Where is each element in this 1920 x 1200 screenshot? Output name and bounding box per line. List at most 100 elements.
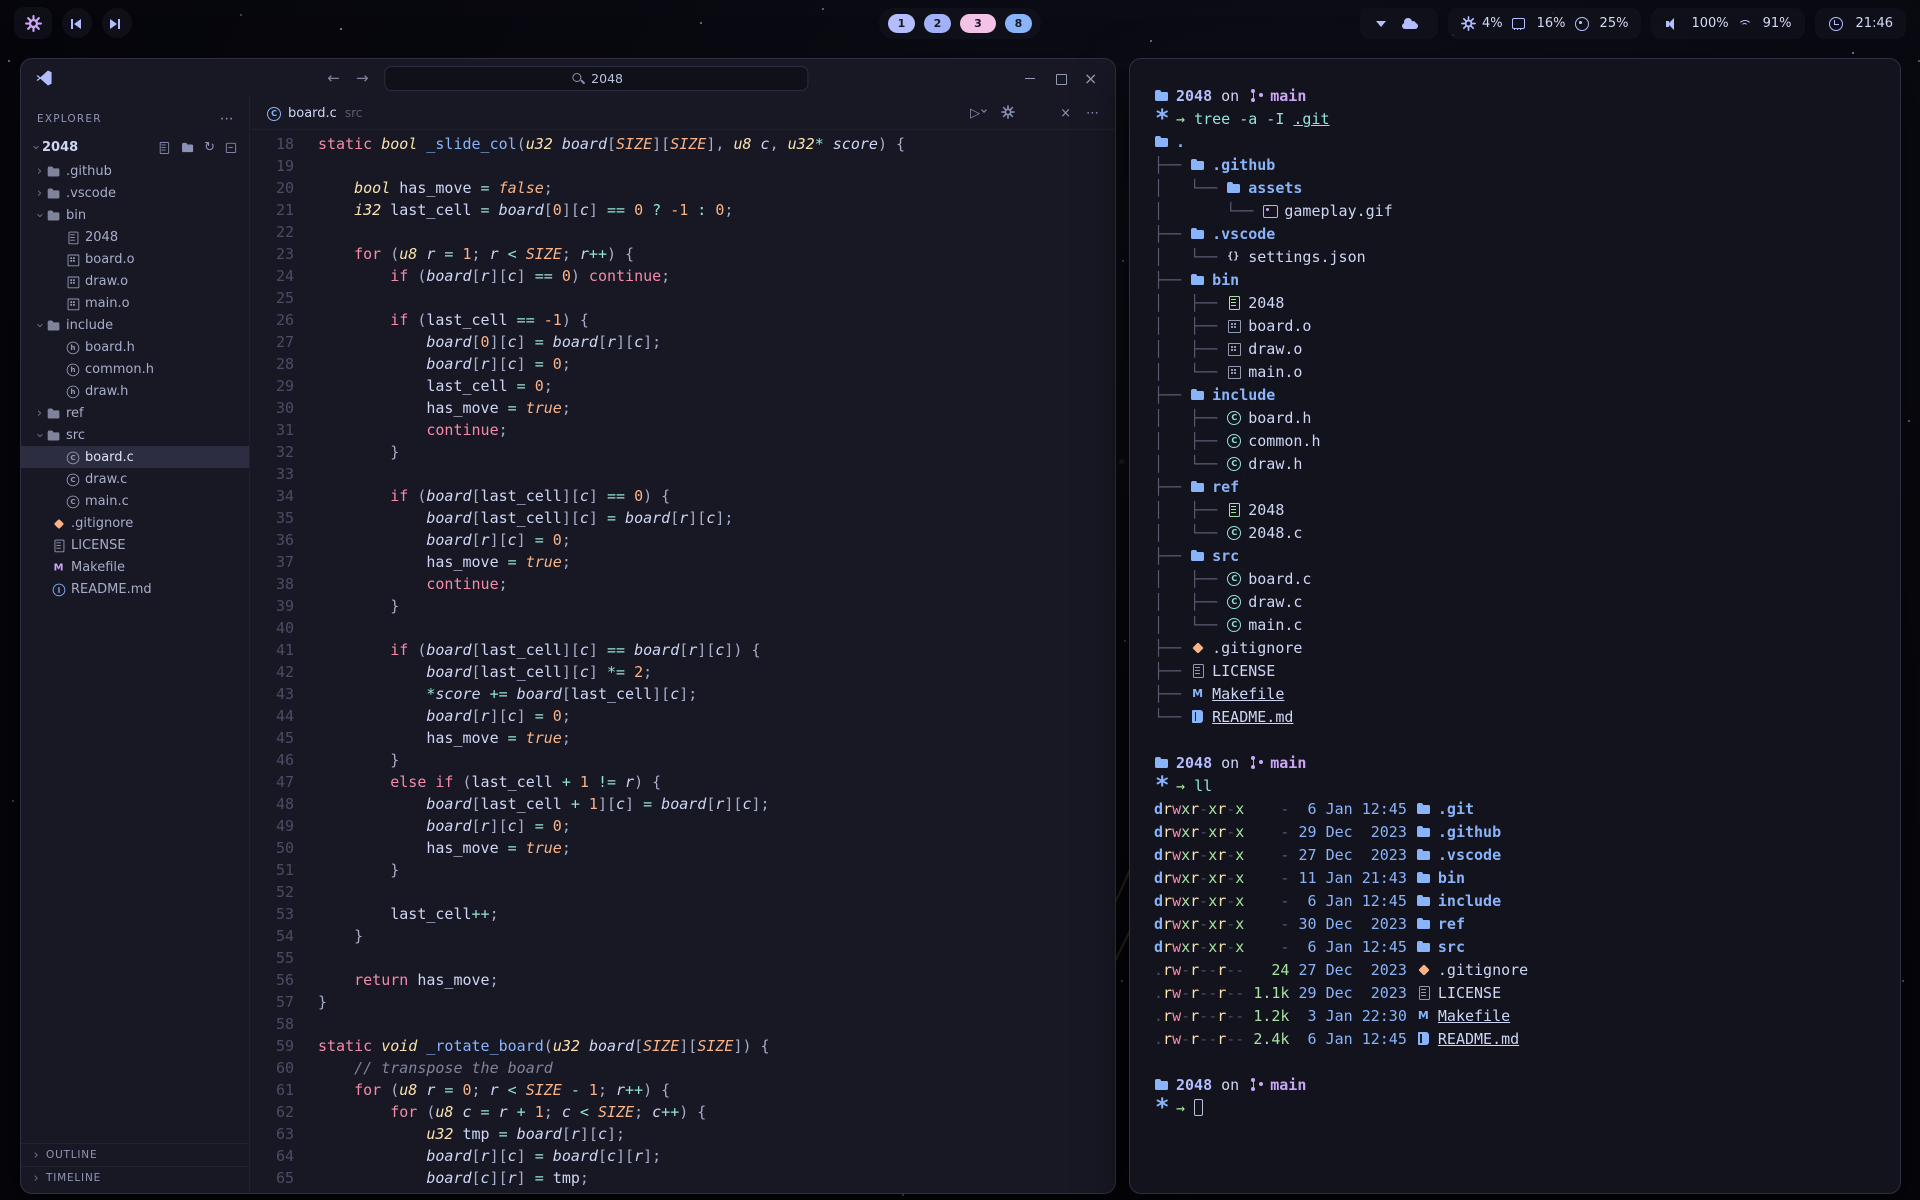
code-line-38[interactable]: 38continue; bbox=[250, 573, 1115, 595]
code-line-30[interactable]: 30has_move = true; bbox=[250, 397, 1115, 419]
code-line-32[interactable]: 32} bbox=[250, 441, 1115, 463]
code-line-27[interactable]: 27board[0][c] = board[r][c]; bbox=[250, 331, 1115, 353]
code-line-44[interactable]: 44board[r][c] = 0; bbox=[250, 705, 1115, 727]
code-line-57[interactable]: 57} bbox=[250, 991, 1115, 1013]
code-line-60[interactable]: 60// transpose the board bbox=[250, 1057, 1115, 1079]
code-area[interactable]: 18static bool _slide_col(u32 board[SIZE]… bbox=[250, 130, 1115, 1193]
tab-board.c[interactable]: board.c src bbox=[266, 106, 362, 121]
code-line-52[interactable]: 52 bbox=[250, 881, 1115, 903]
maximize-button[interactable] bbox=[1054, 72, 1067, 85]
code-line-62[interactable]: 62for (u8 c = r + 1; c < SIZE; c++) { bbox=[250, 1101, 1115, 1123]
vscode-titlebar[interactable]: ← → 2048 × bbox=[21, 59, 1115, 97]
workspace-2[interactable]: 2 bbox=[924, 14, 951, 33]
code-line-40[interactable]: 40 bbox=[250, 617, 1115, 639]
code-line-65[interactable]: 65board[c][r] = tmp; bbox=[250, 1167, 1115, 1189]
workspace-1[interactable]: 1 bbox=[888, 14, 915, 33]
system-stats-widget[interactable]: 4% 16% 25% bbox=[1448, 8, 1641, 39]
code-line-51[interactable]: 51} bbox=[250, 859, 1115, 881]
outline-panel[interactable]: › OUTLINE bbox=[21, 1143, 249, 1166]
tree-item-.github[interactable]: ›.github bbox=[21, 160, 249, 182]
split-editor-icon[interactable] bbox=[1030, 106, 1045, 120]
code-line-61[interactable]: 61for (u8 r = 0; r < SIZE - 1; r++) { bbox=[250, 1079, 1115, 1101]
tree-item-main.o[interactable]: main.o bbox=[21, 292, 249, 314]
media-prev-button[interactable] bbox=[62, 8, 92, 38]
new-file-icon[interactable] bbox=[157, 141, 171, 154]
code-line-53[interactable]: 53last_cell++; bbox=[250, 903, 1115, 925]
collapse-all-icon[interactable] bbox=[224, 141, 238, 154]
code-line-41[interactable]: 41if (board[last_cell][c] == board[r][c]… bbox=[250, 639, 1115, 661]
code-line-55[interactable]: 55 bbox=[250, 947, 1115, 969]
code-line-49[interactable]: 49board[r][c] = 0; bbox=[250, 815, 1115, 837]
run-icon[interactable]: ▷ bbox=[970, 106, 986, 121]
code-line-45[interactable]: 45has_move = true; bbox=[250, 727, 1115, 749]
code-line-39[interactable]: 39} bbox=[250, 595, 1115, 617]
refresh-icon[interactable]: ↻ bbox=[204, 140, 215, 155]
code-line-37[interactable]: 37has_move = true; bbox=[250, 551, 1115, 573]
tree-item-ref[interactable]: ›ref bbox=[21, 402, 249, 424]
command-center-search[interactable]: 2048 bbox=[385, 66, 809, 91]
code-line-50[interactable]: 50has_move = true; bbox=[250, 837, 1115, 859]
tree-item-draw.c[interactable]: draw.c bbox=[21, 468, 249, 490]
clock-widget[interactable]: 21:46 bbox=[1815, 8, 1906, 39]
code-line-35[interactable]: 35board[last_cell][c] = board[r][c]; bbox=[250, 507, 1115, 529]
workspace-8[interactable]: 8 bbox=[1005, 14, 1032, 33]
code-line-46[interactable]: 46} bbox=[250, 749, 1115, 771]
code-line-28[interactable]: 28board[r][c] = 0; bbox=[250, 353, 1115, 375]
code-line-47[interactable]: 47else if (last_cell + 1 != r) { bbox=[250, 771, 1115, 793]
code-line-22[interactable]: 22 bbox=[250, 221, 1115, 243]
tree-item-include[interactable]: ›include bbox=[21, 314, 249, 336]
tree-item-README.md[interactable]: README.md bbox=[21, 578, 249, 600]
launcher-button[interactable] bbox=[14, 7, 52, 39]
code-line-26[interactable]: 26if (last_cell == -1) { bbox=[250, 309, 1115, 331]
terminal-window[interactable]: 2048 on main→ tree -a -I .git.├── .githu… bbox=[1129, 58, 1901, 1194]
tree-item-board.o[interactable]: board.o bbox=[21, 248, 249, 270]
tree-item-src[interactable]: ›src bbox=[21, 424, 249, 446]
close-button[interactable]: × bbox=[1084, 72, 1097, 85]
nav-back-icon[interactable]: ← bbox=[327, 69, 340, 87]
tree-item-board.c[interactable]: board.c bbox=[21, 446, 249, 468]
code-line-58[interactable]: 58 bbox=[250, 1013, 1115, 1035]
tree-item-2048[interactable]: 2048 bbox=[21, 226, 249, 248]
code-line-24[interactable]: 24if (board[r][c] == 0) continue; bbox=[250, 265, 1115, 287]
code-line-56[interactable]: 56return has_move; bbox=[250, 969, 1115, 991]
code-line-36[interactable]: 36board[r][c] = 0; bbox=[250, 529, 1115, 551]
code-line-64[interactable]: 64board[r][c] = board[c][r]; bbox=[250, 1145, 1115, 1167]
code-line-29[interactable]: 29last_cell = 0; bbox=[250, 375, 1115, 397]
audio-network-widget[interactable]: 100% 91% bbox=[1651, 8, 1804, 39]
tree-item-draw.o[interactable]: draw.o bbox=[21, 270, 249, 292]
code-line-42[interactable]: 42board[last_cell][c] *= 2; bbox=[250, 661, 1115, 683]
code-line-63[interactable]: 63u32 tmp = board[r][c]; bbox=[250, 1123, 1115, 1145]
code-line-20[interactable]: 20bool has_move = false; bbox=[250, 177, 1115, 199]
tree-item-main.c[interactable]: main.c bbox=[21, 490, 249, 512]
settings-gear-icon[interactable] bbox=[1001, 105, 1015, 121]
tree-item-common.h[interactable]: common.h bbox=[21, 358, 249, 380]
close-editor-icon[interactable]: × bbox=[1060, 106, 1071, 121]
code-line-54[interactable]: 54} bbox=[250, 925, 1115, 947]
code-line-48[interactable]: 48board[last_cell + 1][c] = board[r][c]; bbox=[250, 793, 1115, 815]
tree-item-draw.h[interactable]: draw.h bbox=[21, 380, 249, 402]
media-next-button[interactable] bbox=[102, 8, 132, 38]
code-line-31[interactable]: 31continue; bbox=[250, 419, 1115, 441]
code-line-25[interactable]: 25 bbox=[250, 287, 1115, 309]
code-line-21[interactable]: 21i32 last_cell = board[0][c] == 0 ? -1 … bbox=[250, 199, 1115, 221]
tree-item-.gitignore[interactable]: .gitignore bbox=[21, 512, 249, 534]
project-root-row[interactable]: › 2048 ↻ bbox=[21, 135, 249, 160]
nav-forward-icon[interactable]: → bbox=[356, 69, 369, 87]
tree-item-.vscode[interactable]: ›.vscode bbox=[21, 182, 249, 204]
tree-item-bin[interactable]: ›bin bbox=[21, 204, 249, 226]
more-actions-icon[interactable]: ⋯ bbox=[1086, 106, 1099, 121]
code-line-34[interactable]: 34if (board[last_cell][c] == 0) { bbox=[250, 485, 1115, 507]
workspace-3[interactable]: 3 bbox=[960, 14, 996, 33]
tree-item-Makefile[interactable]: Makefile bbox=[21, 556, 249, 578]
code-line-59[interactable]: 59static void _rotate_board(u32 board[SI… bbox=[250, 1035, 1115, 1057]
weather-widget[interactable] bbox=[1360, 8, 1438, 39]
code-line-23[interactable]: 23for (u8 r = 1; r < SIZE; r++) { bbox=[250, 243, 1115, 265]
code-line-43[interactable]: 43*score += board[last_cell][c]; bbox=[250, 683, 1115, 705]
tree-item-LICENSE[interactable]: LICENSE bbox=[21, 534, 249, 556]
timeline-panel[interactable]: › TIMELINE bbox=[21, 1166, 249, 1189]
minimize-button[interactable] bbox=[1024, 72, 1037, 85]
code-line-19[interactable]: 19 bbox=[250, 155, 1115, 177]
code-line-33[interactable]: 33 bbox=[250, 463, 1115, 485]
tree-item-board.h[interactable]: board.h bbox=[21, 336, 249, 358]
new-folder-icon[interactable] bbox=[181, 141, 195, 154]
